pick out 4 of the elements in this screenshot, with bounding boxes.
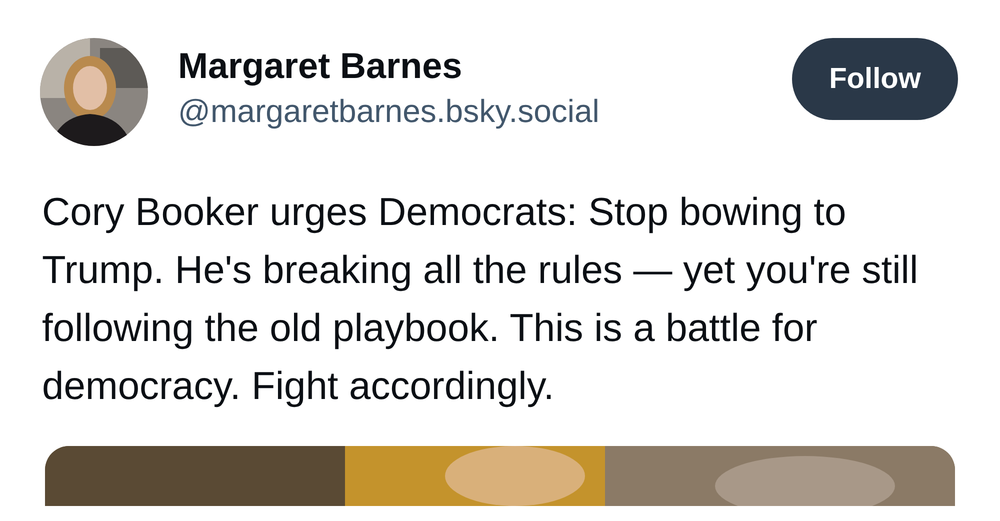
- post-text: Cory Booker urges Democrats: Stop bowing to Trump. He's breaking all the rules — yet you're still following the old playbook. This is a battle for democracy. Fight accordingly.: [42, 190, 920, 410]
- follow-button[interactable]: Follow: [792, 38, 958, 120]
- author-name[interactable]: Margaret Barnes: [178, 44, 792, 88]
- author-handle[interactable]: @margaretbarnes.bsky.social: [178, 90, 792, 132]
